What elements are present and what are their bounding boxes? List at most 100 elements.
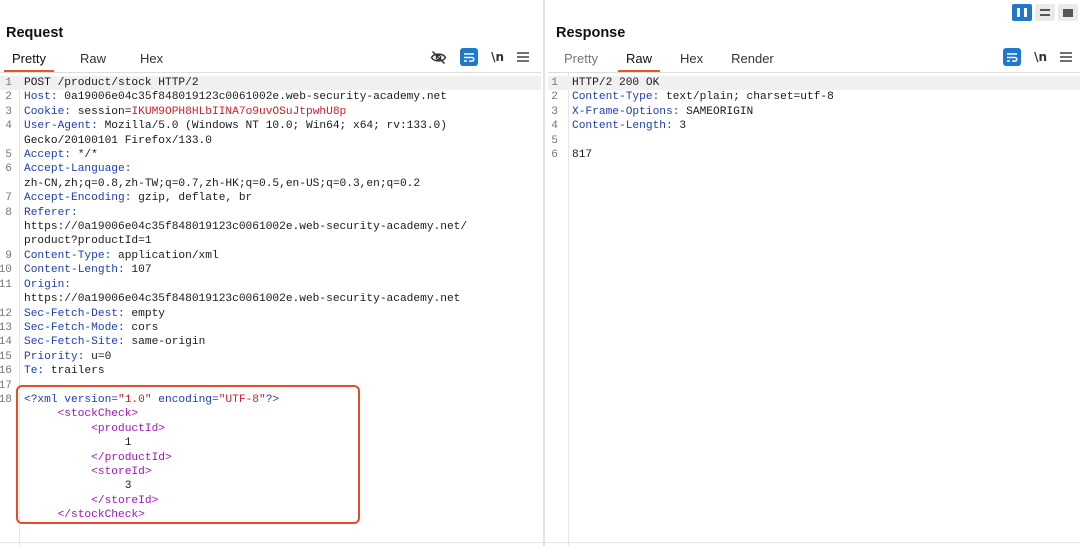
code-line: 6 817	[548, 148, 1080, 162]
request-toolbar: \n	[430, 48, 529, 66]
header-value: Mozilla/5.0 (Windows NT 10.0; Win64; x64…	[97, 120, 447, 133]
header-name: Te:	[24, 365, 45, 378]
line-number: 15	[0, 350, 12, 363]
line-number: 1	[551, 77, 558, 89]
response-panel: Response Pretty Raw Hex Render \n 1 HTTP/…	[548, 0, 1080, 546]
header-value: u=0	[84, 350, 112, 363]
code-line: 3 Cookie: session=IKUM9OPH8HLbIINA7o9uvOS…	[0, 105, 541, 119]
header-value: https://0a19006e04c35f848019123c0061002e…	[24, 293, 461, 306]
code-line: 15 Priority: u=0	[0, 350, 541, 364]
code-line: 8 Referer:	[0, 206, 541, 220]
header-name: Accept-Language:	[24, 163, 132, 176]
cookie-value: IKUM9OPH8HLbIINA7o9uvOSuJtpwhU8p	[131, 105, 347, 118]
code-line: 11 Origin:	[0, 278, 541, 292]
line-number: 4	[5, 120, 12, 133]
request-panel: Request Pretty Raw Hex \n 1 POST /product…	[0, 0, 541, 546]
line-number: 17	[0, 379, 12, 392]
xml-line: <stockCheck>	[0, 407, 541, 421]
header-name: Priority:	[24, 350, 85, 363]
line-number: 11	[0, 278, 12, 291]
header-value: HTTP/2 200 OK	[572, 77, 660, 89]
code-line: 14 Sec-Fetch-Site: same-origin	[0, 335, 541, 349]
xml-token: </storeId>	[91, 494, 159, 507]
request-tab-raw[interactable]: Raw	[72, 50, 114, 70]
panel-divider[interactable]	[543, 0, 545, 546]
line-number: 8	[5, 206, 12, 219]
xml-token: 3	[124, 480, 132, 493]
hamburger-menu-icon[interactable]	[517, 48, 529, 66]
response-tab-pretty[interactable]: Pretty	[556, 50, 606, 70]
request-tab-hex[interactable]: Hex	[132, 50, 171, 70]
xml-text: </stockCheck>	[24, 508, 541, 522]
response-toolbar: \n	[1003, 48, 1072, 66]
request-editor[interactable]: 1 POST /product/stock HTTP/2 2 Host: 0a1900…	[0, 73, 541, 546]
header-value: application/xml	[111, 249, 219, 262]
header-name: X-Frame-Options:	[572, 105, 680, 118]
code-line: 5 Accept: */*	[0, 148, 541, 162]
line-number: 14	[0, 336, 12, 349]
line-number: 2	[5, 91, 12, 104]
response-tab-hex[interactable]: Hex	[672, 50, 711, 70]
bottom-border	[0, 542, 1080, 543]
line-text	[24, 379, 541, 393]
word-wrap-icon[interactable]	[1003, 48, 1022, 66]
line-text: https://0a19006e04c35f848019123c0061002e…	[24, 292, 541, 306]
line-number	[0, 177, 12, 191]
xml-token: ?>	[265, 393, 280, 406]
show-newlines-button[interactable]: \n	[1034, 48, 1047, 66]
header-value: 0a19006e04c35f848019123c0061002e.web-sec…	[57, 91, 447, 104]
line-text: HTTP/2 200 OK	[572, 76, 1080, 90]
line-text: Accept-Language:	[24, 162, 541, 176]
line-number: 7	[5, 192, 12, 205]
request-lines: 1 POST /product/stock HTTP/2 2 Host: 0a1900…	[0, 76, 541, 523]
code-line: 6 Accept-Language:	[0, 162, 541, 176]
xml-text: 1	[24, 436, 541, 450]
header-name: Host:	[24, 91, 58, 104]
xml-token: "1.0"	[118, 393, 152, 406]
line-text: Content-Type: application/xml	[24, 249, 541, 263]
hamburger-menu-icon[interactable]	[1060, 48, 1072, 66]
line-number	[0, 494, 12, 508]
show-newlines-button[interactable]: \n	[491, 48, 504, 66]
response-editor[interactable]: 1 HTTP/2 200 OK 2 Content-Type: text/plain;…	[548, 73, 1080, 546]
eye-slash-icon[interactable]	[430, 48, 447, 66]
request-tabs: Pretty Raw Hex	[4, 50, 189, 72]
line-number: 6	[5, 163, 12, 176]
xml-line: 3	[0, 479, 541, 493]
line-text: Cookie: session=IKUM9OPH8HLbIINA7o9uvOSu…	[24, 105, 541, 119]
header-value: Gecko/20100101 Firefox/133.0	[24, 134, 212, 147]
xml-text: <storeId>	[24, 465, 541, 479]
line-number: 5	[551, 134, 558, 147]
line-number	[0, 292, 12, 306]
response-tab-raw[interactable]: Raw	[617, 50, 660, 72]
xml-line: <productId>	[0, 422, 541, 436]
header-name: Referer:	[24, 206, 78, 219]
code-line: 9 Content-Type: application/xml	[0, 249, 541, 263]
line-number: 3	[551, 105, 558, 118]
line-number	[0, 479, 12, 493]
code-line: Gecko/20100101 Firefox/133.0	[0, 134, 541, 148]
word-wrap-icon[interactable]	[460, 48, 479, 66]
line-number: 9	[5, 249, 12, 262]
header-value: zh-CN,zh;q=0.8,zh-TW;q=0.7,zh-HK;q=0.5,e…	[24, 177, 421, 190]
line-text: Content-Length: 3	[572, 119, 1080, 133]
code-line: 16 Te: trailers	[0, 364, 541, 378]
header-name: Content-Length:	[572, 120, 673, 133]
header-name: User-Agent:	[24, 120, 98, 133]
code-line: 13 Sec-Fetch-Mode: cors	[0, 321, 541, 335]
response-title: Response	[556, 25, 626, 41]
header-value: https://0a19006e04c35f848019123c0061002e…	[24, 221, 468, 234]
request-tab-pretty[interactable]: Pretty	[4, 50, 54, 72]
xml-line: </storeId>	[0, 494, 541, 508]
xml-token: </stockCheck>	[57, 509, 145, 522]
response-tabs: Pretty Raw Hex Render	[556, 50, 794, 72]
line-text: Origin:	[24, 278, 541, 292]
line-text: product?productId=1	[24, 234, 541, 248]
response-lines: 1 HTTP/2 200 OK 2 Content-Type: text/plain;…	[548, 76, 1080, 162]
code-line: 2 Content-Type: text/plain; charset=utf-8	[548, 90, 1080, 104]
xml-text: 3	[24, 479, 541, 493]
response-tab-render[interactable]: Render	[723, 50, 782, 70]
header-name: Sec-Fetch-Site:	[24, 336, 125, 349]
code-line: 4 User-Agent: Mozilla/5.0 (Windows NT 10.…	[0, 119, 541, 133]
